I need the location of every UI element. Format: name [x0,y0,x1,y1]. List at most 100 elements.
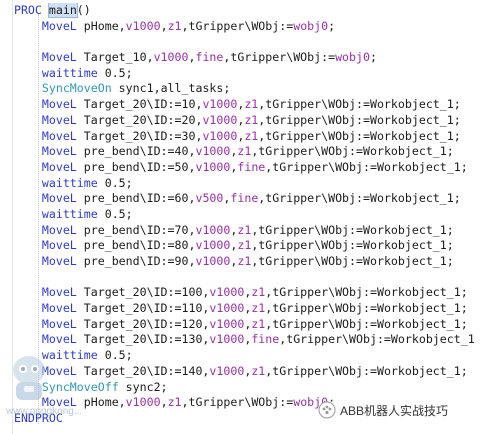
code-line[interactable]: MoveL Target_20\ID:=130,v1000,fine,tGrip… [0,332,482,348]
code-constant: fine [230,191,259,206]
code-line[interactable]: waittime 0.5; [0,207,482,223]
code-constant: z1 [167,18,182,33]
code-keyword: MoveL [41,301,77,316]
code-keyword: MoveL [41,18,77,33]
code-text: ,tGripper\WObj:=Workobject_1; [251,144,454,159]
code-text: ,tGripper\WObj:=Workobject_1 [279,332,475,347]
code-text: Target_20\ID:=100, [76,285,210,300]
code-area[interactable]: PROC main() MoveL pHome,v1000,z1,tGrippe… [0,3,482,427]
code-text: pre_bend\ID:=40, [76,144,196,159]
code-keyword: MoveL [41,159,77,174]
code-text: ,tGripper\WObj:=Workobject_1; [265,159,468,174]
code-sync-instruction: SyncMoveOn [41,81,112,96]
code-constant: v1000 [195,254,231,268]
code-line[interactable]: SyncMoveOn sync1,all_tasks; [0,81,482,97]
code-line[interactable]: waittime 0.5; [0,176,482,192]
code-keyword: MoveL [41,238,77,253]
code-keyword: waittime [41,65,98,80]
code-line[interactable]: MoveL pre_bend\ID:=40,v1000,z1,tGripper\… [0,144,482,160]
code-text: pre_bend\ID:=50, [76,159,196,174]
code-text: 0.5; [97,348,133,363]
code-text: Target_20\ID:=20, [76,112,203,127]
code-line[interactable]: MoveL Target_20\ID:=10,v1000,z1,tGripper… [0,97,482,113]
code-constant: v1000 [195,159,231,174]
code-line[interactable]: waittime 0.5; [0,348,482,364]
code-text: ,tGripper\WObj:=Workobject_1; [258,191,461,206]
code-line[interactable]: MoveL pre_bend\ID:=50,v1000,fine,tGrippe… [0,160,482,176]
code-constant: wobj0 [335,50,370,65]
code-keyword: MoveL [41,144,77,159]
code-constant: v1000 [209,301,245,316]
rapid-code-editor[interactable]: PROC main() MoveL pHome,v1000,z1,tGrippe… [0,0,482,434]
code-text: pre_bend\ID:=60, [76,191,196,206]
code-constant: v1000 [209,316,245,331]
code-constant: v1000 [195,238,231,253]
code-text: Target_20\ID:=130, [76,332,210,347]
code-line[interactable]: MoveL Target_10,v1000,fine,tGripper\WObj… [0,50,482,66]
code-keyword: PROC [13,3,42,17]
code-text: pHome, [76,395,126,410]
code-text: pre_bend\ID:=80, [76,238,196,253]
code-line[interactable]: waittime 0.5; [0,66,482,82]
code-line[interactable]: MoveL Target_20\ID:=30,v1000,z1,tGripper… [0,129,482,145]
code-text: ,tGripper\WObj:= [181,395,294,410]
code-line[interactable]: MoveL pre_bend\ID:=80,v1000,z1,tGripper\… [0,238,482,254]
code-constant: z1 [237,222,252,237]
code-keyword: waittime [41,175,98,190]
code-constant: z1 [251,316,266,331]
code-constant: z1 [244,112,259,127]
code-text: ,tGripper\WObj:=Workobject_1; [265,301,468,316]
code-text: sync2; [118,379,168,394]
code-constant: wobj0 [293,18,329,33]
code-text: ,tGripper\WObj:=Workobject_1; [265,363,468,378]
code-line[interactable]: MoveL pHome,v1000,z1,tGripper\WObj:=wobj… [0,19,482,35]
code-selected-token: main [47,3,78,18]
code-line[interactable]: MoveL Target_20\ID:=110,v1000,z1,tGrippe… [0,301,482,317]
code-line[interactable] [0,34,482,50]
code-line[interactable]: MoveL Target_20\ID:=140,v1000,z1,tGrippe… [0,364,482,380]
code-line[interactable]: SyncMoveOff sync2; [0,380,482,396]
code-constant: fine [237,159,266,174]
code-constant: z1 [244,128,259,143]
code-keyword: MoveL [41,97,77,112]
code-text: ,tGripper\WObj:= [181,18,294,33]
code-text: Target_20\ID:=110, [76,301,210,316]
code-line[interactable]: PROC main() [0,3,482,19]
code-constant: v1000 [202,128,238,143]
code-constant: v1000 [209,363,245,378]
code-text: ,tGripper\WObj:=Workobject_1; [258,97,461,112]
code-text: 0.5; [97,65,133,80]
code-text: pHome, [76,18,126,33]
code-text: ; [328,18,336,33]
code-constant: fine [195,50,224,65]
code-line[interactable]: MoveL Target_20\ID:=20,v1000,z1,tGripper… [0,113,482,129]
code-line[interactable] [0,270,482,286]
code-line[interactable]: MoveL pre_bend\ID:=60,v500,fine,tGripper… [0,191,482,207]
code-keyword: MoveL [41,112,77,127]
code-text: , [160,18,168,33]
code-text: () [76,3,91,17]
code-line[interactable]: MoveL pre_bend\ID:=70,v1000,z1,tGripper\… [0,223,482,239]
code-constant: v500 [195,191,224,206]
code-line[interactable]: MoveL Target_20\ID:=120,v1000,z1,tGrippe… [0,317,482,333]
code-text: Target_20\ID:=120, [76,316,210,331]
code-constant: v1000 [195,144,231,159]
code-text: ,tGripper\WObj:=Workobject_1; [251,222,454,237]
code-line[interactable]: MoveL pre_bend\ID:=90,v1000,z1,tGripper\… [0,254,482,270]
code-text: ,tGripper\WObj:=Workobject_1; [258,128,461,143]
code-text: pre_bend\ID:=70, [76,222,196,237]
code-line[interactable]: MoveL Target_20\ID:=100,v1000,z1,tGrippe… [0,285,482,301]
code-constant: v1000 [125,395,161,410]
